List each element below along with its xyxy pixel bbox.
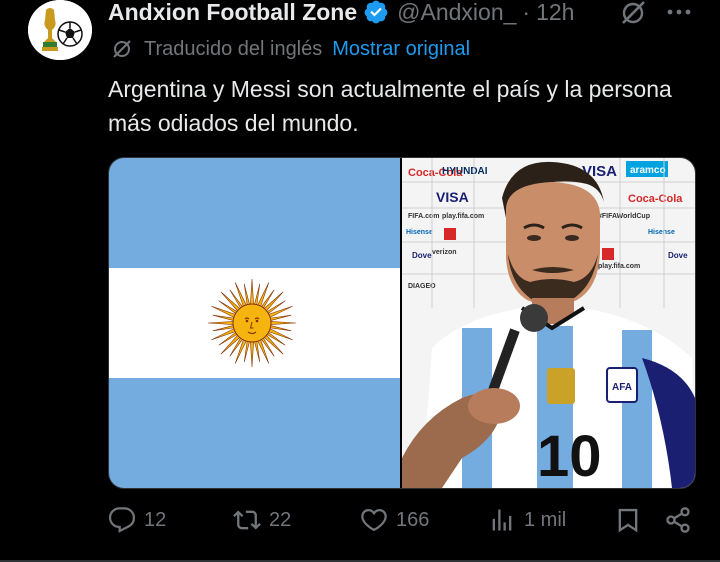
- tweet-text: Argentina y Messi son actualmente el paí…: [108, 76, 672, 136]
- show-original-link[interactable]: Mostrar original: [332, 38, 470, 61]
- media-grid[interactable]: Coca-Cola HYUNDAI VISA aramco VISA Coca-…: [108, 157, 696, 489]
- svg-text:Hisense: Hisense: [406, 229, 433, 236]
- sun-ray: [250, 278, 254, 305]
- sun-ray: [254, 341, 261, 363]
- translation-row: Traducido del inglés Mostrar original: [110, 37, 470, 61]
- repost-count: 22: [269, 508, 292, 531]
- like-button[interactable]: 166: [360, 506, 429, 534]
- messi-press-conference-photo[interactable]: Coca-Cola HYUNDAI VISA aramco VISA Coca-…: [402, 158, 695, 488]
- author-name[interactable]: Andxion Football Zone: [108, 0, 357, 27]
- svg-text:Dove: Dove: [412, 251, 432, 260]
- sun-ray: [250, 341, 254, 368]
- tweet-timestamp[interactable]: 12h: [536, 0, 574, 27]
- reply-count: 12: [144, 508, 167, 531]
- views-button[interactable]: 1 mil: [488, 506, 566, 534]
- views-count: 1 mil: [524, 508, 567, 531]
- tweet[interactable]: Andxion Football Zone @Andxion_ · 12h Tr…: [0, 0, 720, 562]
- author-handle[interactable]: @Andxion_: [397, 0, 516, 27]
- hyundai-logo-text: HYUNDAI: [442, 166, 488, 177]
- reply-button[interactable]: 12: [108, 506, 166, 534]
- svg-text:FIFA.com: FIFA.com: [408, 213, 440, 220]
- bookmark-icon: [618, 508, 638, 533]
- svg-text:Hisense: Hisense: [648, 229, 675, 236]
- analytics-icon: [492, 509, 512, 531]
- flag-bottom-stripe: [109, 378, 400, 488]
- sun-ray: [212, 314, 234, 321]
- heart-icon: [361, 508, 387, 532]
- action-bar: 12 22 166 1 mil: [108, 506, 698, 542]
- aramco-logo-text: aramco: [630, 165, 666, 176]
- avatar[interactable]: [28, 0, 92, 60]
- like-count: 166: [396, 508, 430, 531]
- repost-button[interactable]: 22: [233, 506, 291, 534]
- sun-ray: [207, 321, 234, 325]
- sun-ray: [254, 283, 261, 305]
- sun-ray: [212, 325, 234, 332]
- svg-text:Dove: Dove: [668, 251, 688, 260]
- svg-text:verizon: verizon: [432, 249, 457, 256]
- grok-translate-icon: [113, 40, 131, 58]
- trophy-ball-logo: [28, 0, 92, 60]
- svg-text:play.fifa.com: play.fifa.com: [442, 213, 484, 220]
- repost-icon: [233, 510, 261, 530]
- separator-dot: ·: [522, 0, 531, 25]
- sun-of-may-icon: [207, 278, 297, 368]
- photo-illustration: Coca-Cola HYUNDAI VISA aramco VISA Coca-…: [402, 158, 695, 488]
- grok-icon[interactable]: [618, 0, 648, 28]
- sun-ray: [243, 283, 250, 305]
- argentina-flag-image[interactable]: [109, 158, 400, 488]
- sun-ray: [270, 314, 292, 321]
- sun-ray: [243, 341, 250, 363]
- more-options-icon[interactable]: [664, 0, 694, 24]
- flag-top-stripe: [109, 158, 400, 268]
- sun-ray: [270, 325, 292, 332]
- svg-text:play.fifa.com: play.fifa.com: [598, 263, 640, 270]
- svg-text:Coca-Cola: Coca-Cola: [628, 193, 683, 205]
- jersey-number-text: 10: [537, 424, 602, 488]
- sun-ray: [270, 321, 297, 325]
- verified-badge-icon[interactable]: [363, 0, 389, 25]
- svg-text:AFA: AFA: [612, 382, 632, 393]
- fifa-hashtag-text: #FIFAWorldCup: [598, 213, 650, 220]
- tweet-header: Andxion Football Zone @Andxion_ · 12h: [108, 0, 574, 27]
- share-button[interactable]: [664, 506, 700, 534]
- share-icon: [666, 507, 690, 533]
- translated-label: Traducido del inglés: [144, 37, 323, 60]
- svg-text:VISA: VISA: [436, 189, 469, 205]
- bookmark-button[interactable]: [614, 506, 650, 534]
- reply-icon: [108, 507, 136, 533]
